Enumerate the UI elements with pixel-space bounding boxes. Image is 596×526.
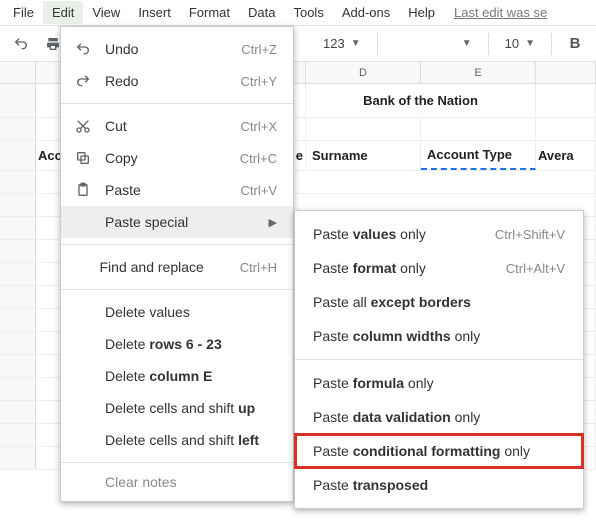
submenu-paste-values[interactable]: Paste values only Ctrl+Shift+V (295, 217, 583, 251)
undo-button[interactable] (8, 31, 34, 57)
menu-file[interactable]: File (4, 1, 43, 24)
menu-find-replace-shortcut: Ctrl+H (240, 260, 277, 275)
menu-paste-special[interactable]: Paste special ▶ (61, 206, 293, 238)
menu-delete-values-label: Delete values (105, 304, 277, 320)
paste-special-submenu: Paste values only Ctrl+Shift+V Paste for… (294, 210, 584, 509)
undo-icon (13, 36, 29, 52)
menu-clear-notes-label: Clear notes (105, 474, 277, 490)
number-format-select[interactable]: 123 ▼ (317, 36, 367, 51)
copy-icon (73, 150, 93, 166)
menu-cut-shortcut: Ctrl+X (241, 119, 277, 134)
col-header-d[interactable]: D (306, 62, 421, 83)
paste-icon (73, 182, 93, 198)
menu-addons[interactable]: Add-ons (333, 1, 399, 24)
menu-view[interactable]: View (83, 1, 129, 24)
menu-undo-shortcut: Ctrl+Z (241, 42, 277, 57)
submenu-paste-conditional-formatting[interactable]: Paste conditional formatting only (295, 434, 583, 468)
menu-copy-shortcut: Ctrl+C (240, 151, 277, 166)
cut-icon (73, 118, 93, 134)
menu-find-replace-label: Find and replace (100, 259, 204, 275)
menu-tools[interactable]: Tools (284, 1, 332, 24)
bold-button[interactable]: B (562, 31, 588, 57)
submenu-paste-values-shortcut: Ctrl+Shift+V (495, 227, 565, 242)
menu-paste-shortcut: Ctrl+V (241, 183, 277, 198)
menubar: File Edit View Insert Format Data Tools … (0, 0, 596, 26)
menu-paste[interactable]: Paste Ctrl+V (61, 174, 293, 206)
submenu-paste-formula[interactable]: Paste formula only (295, 366, 583, 400)
menu-paste-label: Paste (105, 182, 205, 198)
menu-format[interactable]: Format (180, 1, 239, 24)
submenu-paste-data-validation[interactable]: Paste data validation only (295, 400, 583, 434)
menu-help[interactable]: Help (399, 1, 444, 24)
menu-copy-label: Copy (105, 150, 204, 166)
submenu-paste-transposed[interactable]: Paste transposed (295, 468, 583, 502)
submenu-paste-except-borders[interactable]: Paste all except borders (295, 285, 583, 319)
menu-redo[interactable]: Redo Ctrl+Y (61, 65, 293, 97)
font-size-select[interactable]: 10 ▼ (499, 36, 541, 51)
font-size-label: 10 (505, 36, 519, 51)
menu-data[interactable]: Data (239, 1, 284, 24)
last-edit-link[interactable]: Last edit was se (454, 5, 547, 20)
menu-undo-label: Undo (105, 41, 205, 57)
menu-copy[interactable]: Copy Ctrl+C (61, 142, 293, 174)
header-surname: Surname (306, 141, 421, 170)
submenu-paste-column-widths[interactable]: Paste column widths only (295, 319, 583, 353)
menu-delete-shift-left[interactable]: Delete cells and shift left (61, 424, 293, 456)
number-format-label: 123 (323, 36, 345, 51)
menu-redo-shortcut: Ctrl+Y (241, 74, 277, 89)
redo-icon (73, 73, 93, 89)
menu-clear-notes[interactable]: Clear notes (61, 469, 293, 495)
sheet-title: Bank of the Nation (306, 84, 536, 117)
menu-paste-special-label: Paste special (105, 214, 237, 230)
menu-delete-column[interactable]: Delete column E (61, 360, 293, 392)
menu-edit[interactable]: Edit (43, 1, 83, 24)
menu-delete-values[interactable]: Delete values (61, 296, 293, 328)
submenu-paste-format[interactable]: Paste format only Ctrl+Alt+V (295, 251, 583, 285)
col-header-e[interactable]: E (421, 62, 536, 83)
menu-undo[interactable]: Undo Ctrl+Z (61, 33, 293, 65)
header-avera: Avera (536, 141, 596, 170)
undo-icon (73, 41, 93, 57)
menu-insert[interactable]: Insert (129, 1, 180, 24)
menu-cut[interactable]: Cut Ctrl+X (61, 110, 293, 142)
menu-cut-label: Cut (105, 118, 205, 134)
menu-redo-label: Redo (105, 73, 205, 89)
caret-down-icon: ▼ (351, 38, 361, 49)
submenu-paste-format-shortcut: Ctrl+Alt+V (506, 261, 565, 276)
font-family-select[interactable]: ▼ (388, 38, 478, 49)
menu-find-replace[interactable]: Find and replace Ctrl+H (61, 251, 293, 283)
print-icon (45, 36, 61, 52)
edit-menu: Undo Ctrl+Z Redo Ctrl+Y Cut Ctrl+X Copy … (60, 26, 294, 502)
submenu-arrow-icon: ▶ (269, 216, 277, 229)
caret-down-icon: ▼ (525, 38, 535, 49)
header-account-type: Account Type (421, 141, 536, 170)
menu-delete-shift-up[interactable]: Delete cells and shift up (61, 392, 293, 424)
menu-delete-rows[interactable]: Delete rows 6 - 23 (61, 328, 293, 360)
caret-down-icon: ▼ (462, 38, 472, 49)
